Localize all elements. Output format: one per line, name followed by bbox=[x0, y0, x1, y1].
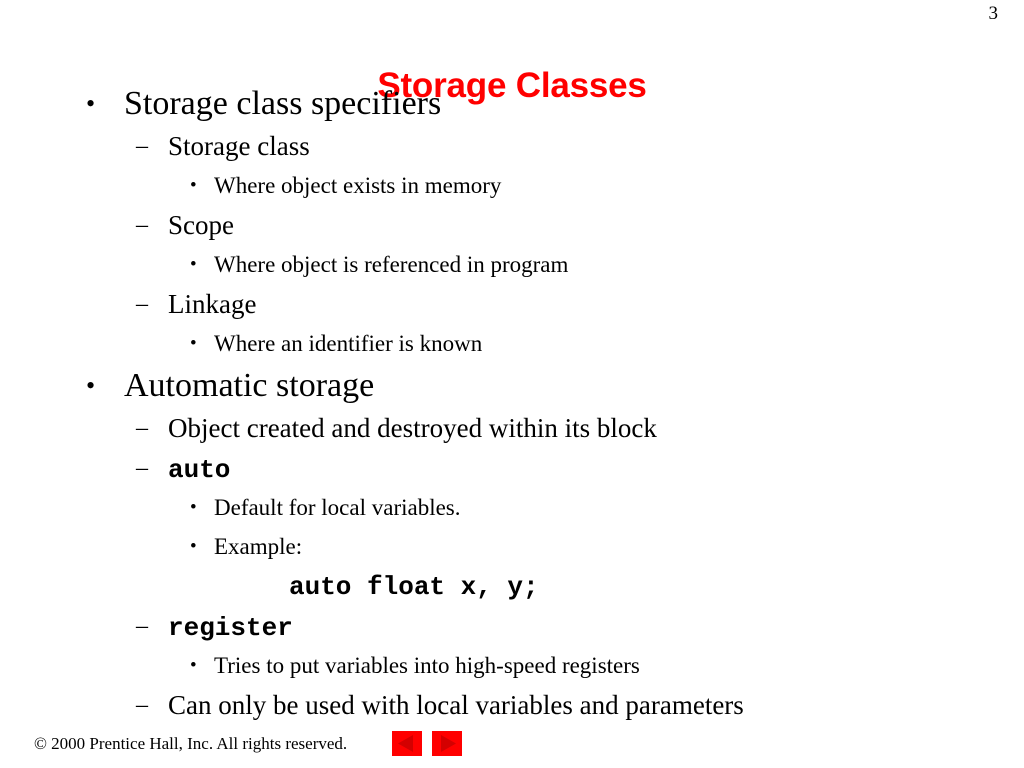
bullet-item-level-2: – Linkage bbox=[0, 284, 1024, 324]
bullet-text: Storage class specifiers bbox=[124, 85, 442, 122]
bullet-text: Where an identifier is known bbox=[214, 331, 483, 356]
bullet-marker-icon: • bbox=[190, 655, 197, 676]
bullet-text: Object created and destroyed within its … bbox=[168, 413, 657, 443]
bullet-text: Where object is referenced in program bbox=[214, 252, 569, 277]
bullet-marker-icon: • bbox=[86, 371, 96, 400]
triangle-right-icon bbox=[432, 731, 462, 756]
bullet-item-level-2: – auto bbox=[0, 448, 1024, 488]
bullet-text: Where object exists in memory bbox=[214, 173, 502, 198]
bullet-marker-icon: • bbox=[86, 89, 96, 118]
bullet-item-level-2: – Object created and destroyed within its… bbox=[0, 408, 1024, 448]
dash-marker-icon: – bbox=[136, 455, 148, 481]
code-line: auto float x, y; bbox=[0, 566, 1024, 606]
bullet-item-level-1: • Automatic storage bbox=[0, 363, 1024, 408]
bullet-marker-icon: • bbox=[190, 175, 197, 196]
bullet-text: Can only be used with local variables an… bbox=[168, 690, 744, 720]
bullet-item-level-3: • Tries to put variables into high-speed … bbox=[0, 646, 1024, 685]
bullet-item-level-3: • Where object is referenced in program bbox=[0, 245, 1024, 284]
bullet-item-level-3: • Default for local variables. bbox=[0, 488, 1024, 527]
bullet-marker-icon: • bbox=[190, 333, 197, 354]
bullet-item-level-3: • Example: bbox=[0, 527, 1024, 566]
dash-marker-icon: – bbox=[136, 692, 148, 718]
bullet-marker-icon: • bbox=[190, 497, 197, 518]
bullet-item-level-3: • Where object exists in memory bbox=[0, 166, 1024, 205]
bullet-text: Storage class bbox=[168, 131, 310, 161]
bullet-text: auto float x, y; bbox=[289, 572, 539, 602]
bullet-text: Scope bbox=[168, 210, 234, 240]
next-slide-button[interactable] bbox=[432, 731, 462, 756]
previous-slide-button[interactable] bbox=[392, 731, 422, 756]
bullet-text: Default for local variables. bbox=[214, 495, 461, 520]
bullet-marker-icon: • bbox=[190, 536, 197, 557]
bullet-item-level-1: • Storage class specifiers bbox=[0, 81, 1024, 126]
bullet-text: Example: bbox=[214, 534, 303, 559]
bullet-text: Tries to put variables into high-speed r… bbox=[214, 653, 640, 678]
triangle-left-icon bbox=[392, 731, 422, 756]
bullet-marker-icon: • bbox=[190, 254, 197, 275]
bullet-text: auto bbox=[168, 455, 231, 485]
bullet-text: Linkage bbox=[168, 289, 257, 319]
bullet-item-level-2: – Can only be used with local variables a… bbox=[0, 685, 1024, 725]
dash-marker-icon: – bbox=[136, 291, 148, 317]
page-number: 3 bbox=[988, 3, 999, 24]
bullet-item-level-2: – register bbox=[0, 606, 1024, 646]
presentation-slide: 3 Storage Classes • Storage class specifi… bbox=[0, 0, 1024, 768]
bullet-item-level-2: – Scope bbox=[0, 205, 1024, 245]
slide-footer: © 2000 Prentice Hall, Inc. All rights re… bbox=[0, 728, 1024, 768]
bullet-item-level-3: • Where an identifier is known bbox=[0, 324, 1024, 363]
dash-marker-icon: – bbox=[136, 212, 148, 238]
bullet-item-level-2: – Storage class bbox=[0, 126, 1024, 166]
dash-marker-icon: – bbox=[136, 613, 148, 639]
bullet-text: Automatic storage bbox=[124, 367, 375, 404]
copyright-notice: © 2000 Prentice Hall, Inc. All rights re… bbox=[34, 734, 348, 753]
dash-marker-icon: – bbox=[136, 133, 148, 159]
dash-marker-icon: – bbox=[136, 415, 148, 441]
bullet-text: register bbox=[168, 613, 293, 643]
slide-body: • Storage class specifiers – Storage class •… bbox=[0, 81, 1024, 725]
